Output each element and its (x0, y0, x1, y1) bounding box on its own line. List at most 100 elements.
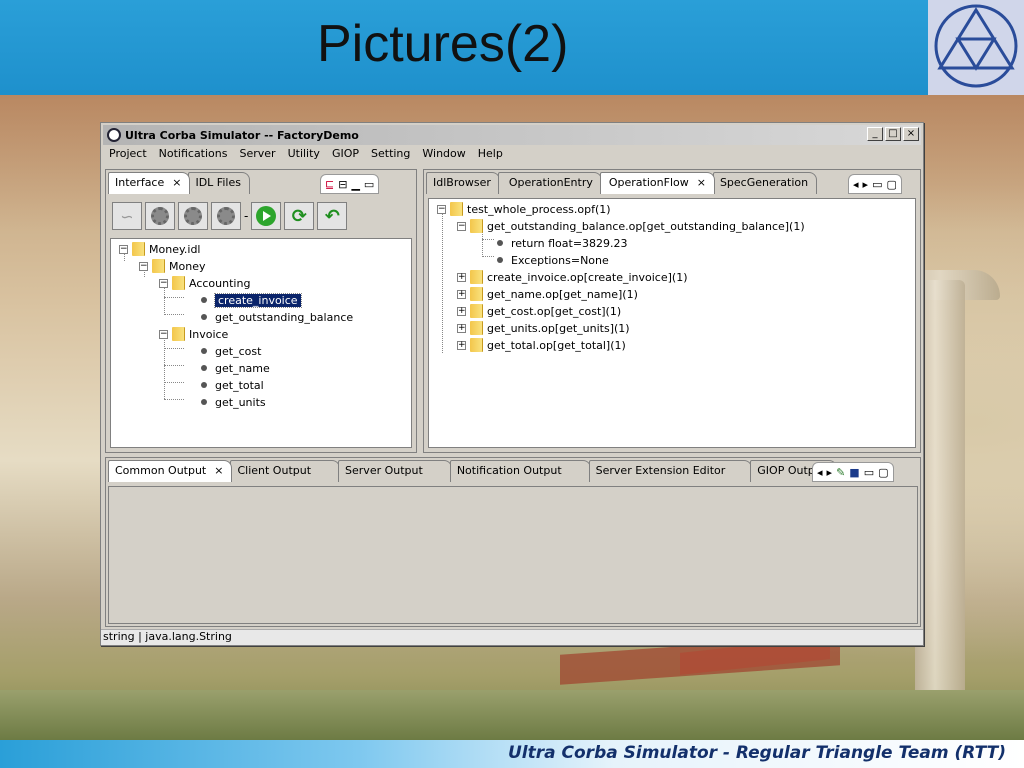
close-tab-icon[interactable]: × (214, 464, 223, 477)
tab-notification-output[interactable]: Notification Output (449, 460, 591, 482)
flow-node-get-name[interactable]: + get_name.op[get_name](1) (457, 286, 638, 302)
flow-node-get-cost[interactable]: + get_cost.op[get_cost](1) (457, 303, 621, 319)
undo-button[interactable]: ↶ (317, 202, 348, 230)
minimize-panel-icon[interactable]: ▭ (872, 178, 882, 191)
menu-server[interactable]: Server (240, 147, 276, 165)
tab-interface[interactable]: Interface × (108, 172, 191, 194)
menu-notifications[interactable]: Notifications (159, 147, 228, 165)
menu-giop[interactable]: GIOP (332, 147, 359, 165)
maximize-panel-icon[interactable]: ▢ (878, 466, 888, 479)
menu-setting[interactable]: Setting (371, 147, 410, 165)
tree-node-get-units[interactable]: get_units (201, 394, 266, 410)
tab-idl-browser[interactable]: IdlBrowser (426, 172, 500, 194)
collapse-icon[interactable]: − (159, 329, 168, 339)
menu-utility[interactable]: Utility (288, 147, 320, 165)
tab-idl-files[interactable]: IDL Files (188, 172, 250, 194)
refresh-icon: ⟳ (291, 205, 307, 227)
gear-button-3[interactable] (211, 202, 241, 230)
menu-project[interactable]: Project (109, 147, 147, 165)
operation-bullet-icon (201, 348, 207, 354)
panel-tools: ◂ ▸ ✎ ■ ▭ ▢ (812, 462, 894, 482)
tree-node-label: Accounting (189, 276, 251, 290)
scroll-right-icon[interactable]: ▸ (827, 466, 833, 479)
tree-node-get-total[interactable]: get_total (201, 377, 264, 393)
window-titlebar[interactable]: Ultra Corba Simulator -- FactoryDemo _ □… (103, 125, 921, 145)
expand-icon[interactable]: + (457, 323, 466, 333)
save-icon[interactable]: ■ (849, 466, 859, 479)
tree-node-label: get_units.op[get_units](1) (487, 321, 630, 335)
flow-node-create-invoice[interactable]: + create_invoice.op[create_invoice](1) (457, 269, 688, 285)
collapse-icon[interactable]: − (437, 204, 446, 214)
tree-node-label: get_cost (215, 344, 262, 358)
tab-server-output[interactable]: Server Output (338, 460, 452, 482)
tree-node-get-name[interactable]: get_name (201, 360, 270, 376)
tab-client-output[interactable]: Client Output (230, 460, 341, 482)
minimize-panel-icon[interactable]: ▭ (864, 466, 874, 479)
close-tab-icon[interactable]: × (697, 176, 706, 189)
flow-node-get-outstanding-balance[interactable]: − get_outstanding_balance.op[get_outstand… (457, 218, 805, 234)
tree-node-label: get_cost.op[get_cost](1) (487, 304, 622, 318)
flow-node-get-total[interactable]: + get_total.op[get_total](1) (457, 337, 626, 353)
edit-icon[interactable]: ✎ (836, 466, 845, 479)
tree-node-invoice[interactable]: − Invoice (159, 326, 228, 342)
tab-common-output[interactable]: Common Output × (108, 460, 233, 482)
gear-button-2[interactable] (178, 202, 208, 230)
refresh-button[interactable]: ⟳ (284, 202, 315, 230)
run-button[interactable] (251, 202, 282, 230)
window-title: Ultra Corba Simulator -- FactoryDemo (125, 128, 359, 142)
flow-node-exceptions[interactable]: Exceptions=None (497, 252, 609, 268)
tab-label: Interface (115, 176, 165, 189)
tab-server-extension-editor[interactable]: Server Extension Editor (588, 460, 753, 482)
tree-node-label: Money (169, 259, 206, 273)
operation-bullet-icon (201, 382, 207, 388)
minimize-button[interactable]: _ (867, 127, 883, 141)
common-output-area[interactable] (108, 486, 918, 624)
expand-icon[interactable]: + (457, 289, 466, 299)
hierarchy-view-icon[interactable]: ⊑ (325, 178, 334, 191)
tree-node-money[interactable]: − Money (139, 258, 205, 274)
collapse-icon[interactable]: − (159, 278, 168, 288)
minimize-panel-icon[interactable]: ▁ (351, 178, 359, 191)
tree-node-label: get_total (215, 378, 264, 392)
tab-operation-entry[interactable]: OperationEntry (497, 172, 602, 194)
connect-button[interactable]: ∽ (112, 202, 142, 230)
gear-button-1[interactable] (145, 202, 175, 230)
tree-node-label: Exceptions=None (511, 253, 609, 267)
value-bullet-icon (497, 240, 503, 246)
flow-node-return-value[interactable]: return float=3829.23 (497, 235, 628, 251)
scroll-left-icon[interactable]: ◂ (853, 178, 859, 191)
collapse-icon[interactable]: − (119, 244, 128, 254)
interface-toolbar: ∽ - ⟳ ↶ (112, 202, 348, 230)
tree-node-label: get_units (215, 395, 266, 409)
tree-node-get-outstanding-balance[interactable]: get_outstanding_balance (201, 309, 353, 325)
expand-icon[interactable]: + (457, 306, 466, 316)
tab-operation-flow[interactable]: OperationFlow × (599, 172, 715, 194)
scroll-left-icon[interactable]: ◂ (817, 466, 823, 479)
folder-icon (470, 321, 482, 335)
ground-decoration (0, 690, 1024, 740)
tree-view-icon[interactable]: ⊟ (338, 178, 347, 191)
tree-node-accounting[interactable]: − Accounting (159, 275, 250, 291)
menu-help[interactable]: Help (478, 147, 503, 165)
value-bullet-icon (497, 257, 503, 263)
collapse-icon[interactable]: − (139, 261, 148, 271)
tree-node-money-idl[interactable]: − Money.idl (119, 241, 201, 257)
tab-label: OperationEntry (508, 176, 593, 189)
tab-spec-generation[interactable]: SpecGeneration (712, 172, 818, 194)
maximize-button[interactable]: □ (885, 127, 901, 141)
tree-node-create-invoice[interactable]: create_invoice (201, 292, 302, 308)
maximize-panel-icon[interactable]: ▭ (364, 178, 374, 191)
scroll-right-icon[interactable]: ▸ (863, 178, 869, 191)
close-button[interactable]: × (903, 127, 919, 141)
flow-node-test-whole-process[interactable]: − test_whole_process.opf(1) (437, 201, 611, 217)
expand-icon[interactable]: + (457, 340, 466, 350)
close-tab-icon[interactable]: × (172, 176, 181, 189)
tree-node-get-cost[interactable]: get_cost (201, 343, 261, 359)
maximize-panel-icon[interactable]: ▢ (886, 178, 896, 191)
expand-icon[interactable]: + (457, 272, 466, 282)
flow-node-get-units[interactable]: + get_units.op[get_units](1) (457, 320, 630, 336)
menu-window[interactable]: Window (422, 147, 465, 165)
collapse-icon[interactable]: − (457, 221, 466, 231)
tree-node-label: return float=3829.23 (511, 236, 628, 250)
folder-icon (470, 270, 482, 284)
